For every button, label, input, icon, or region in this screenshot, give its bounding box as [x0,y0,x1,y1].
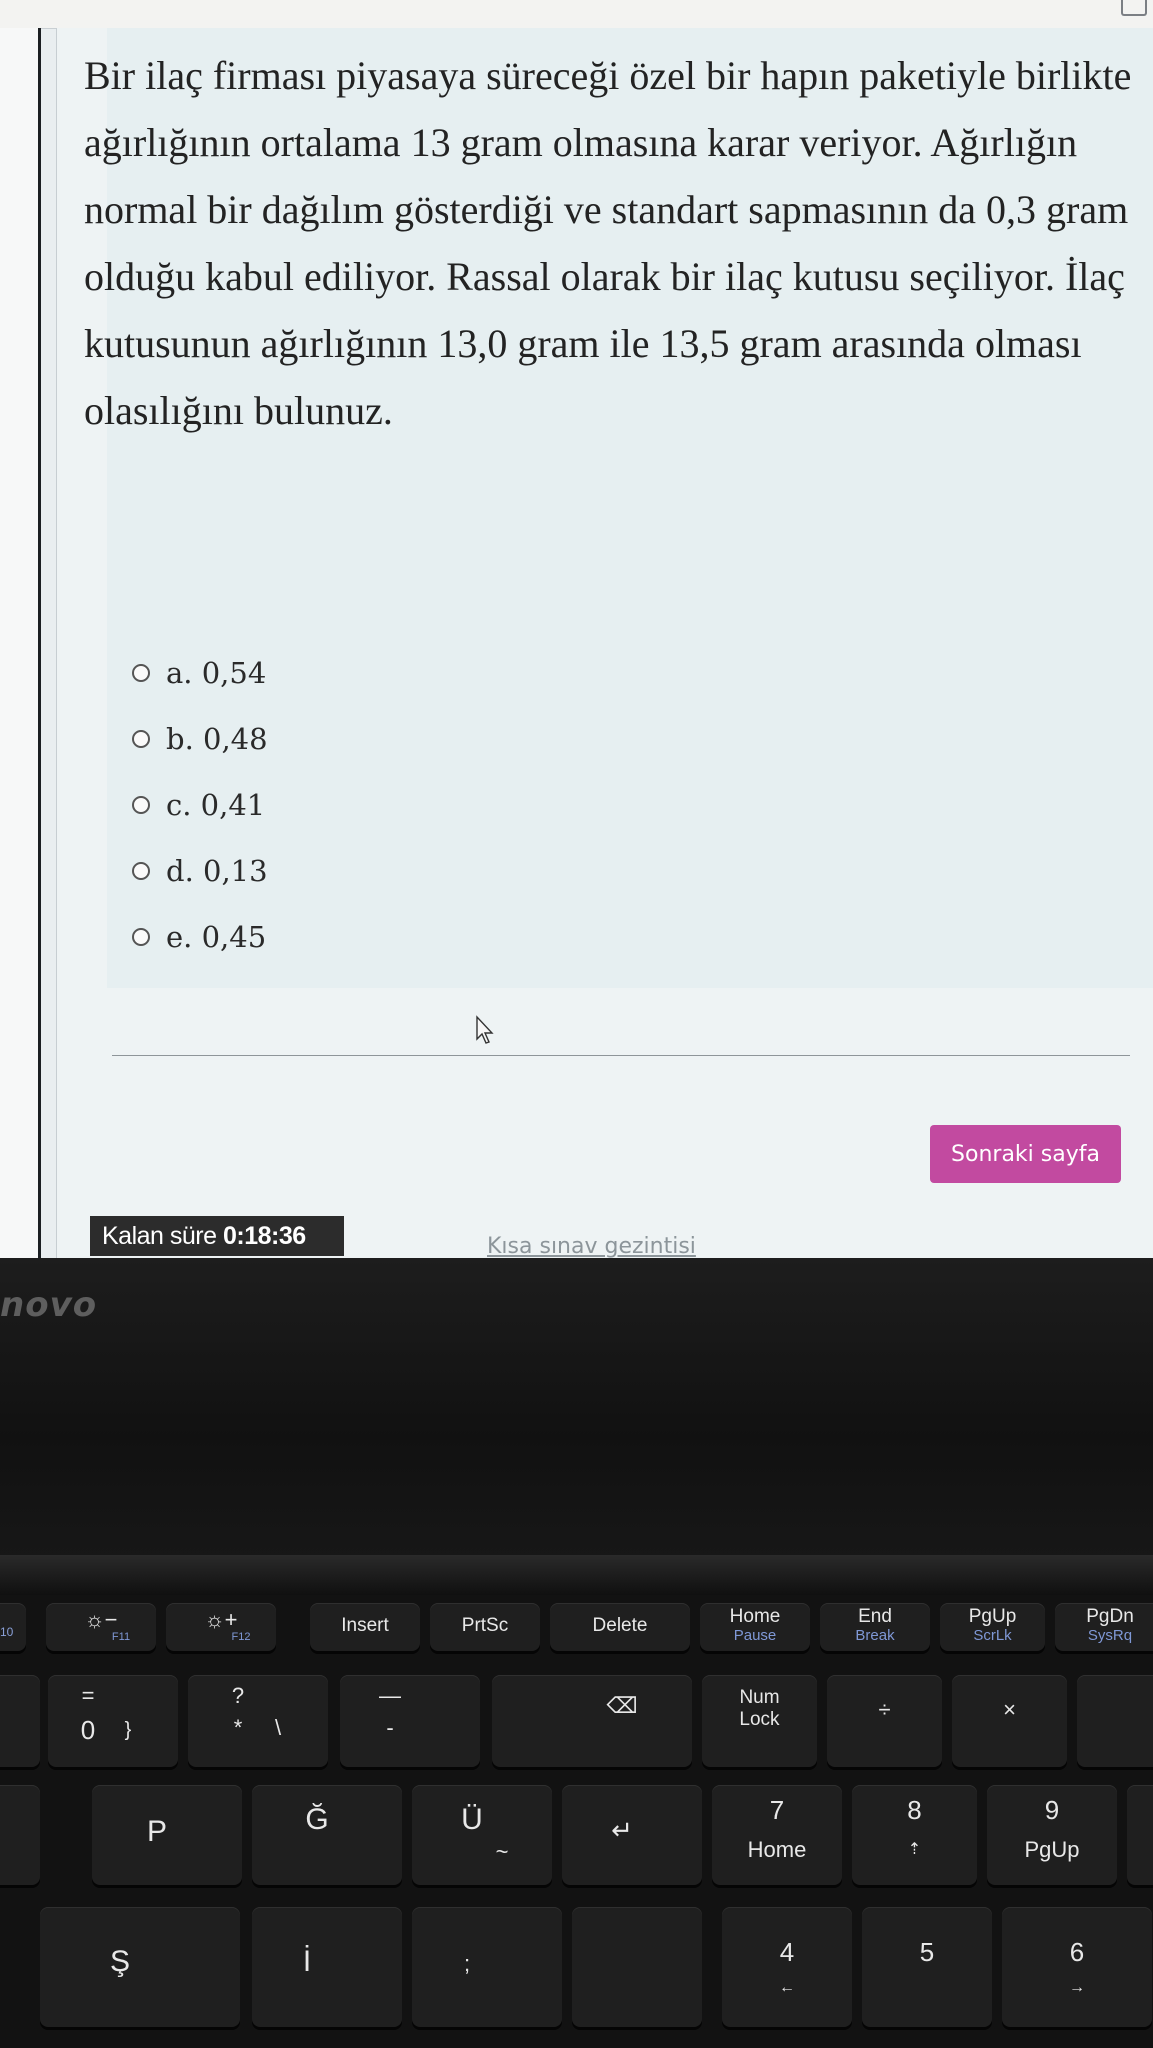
mouse-cursor-icon [476,1015,494,1044]
quiz-navigation-link[interactable]: Kısa sınav gezintisi [487,1234,696,1258]
browser-screen: Bir ilaç firması piyasaya süreceği özel … [0,0,1153,1258]
backspace-icon: ⌫ [606,1693,638,1718]
key-numlock[interactable]: Num Lock [702,1675,817,1767]
key-delete[interactable]: Delete [550,1603,690,1651]
left-sidebar-frame [0,28,38,1258]
laptop-bezel [0,1258,1153,1558]
section-divider [112,1055,1130,1056]
radio-button-b[interactable] [132,730,150,748]
answer-option-a[interactable]: a. 0,54 [132,640,268,706]
key-f12[interactable]: ☼+ F12 [166,1603,276,1651]
answer-label-c: c. 0,41 [166,788,266,822]
question-text: Bir ilaç firması piyasaya süreceği özel … [84,53,1132,433]
key-divide[interactable]: ÷ [827,1675,942,1767]
key-end[interactable]: End Break [820,1603,930,1651]
answer-label-a: a. 0,54 [166,656,267,690]
brightness-up-icon: ☼+ [204,1607,238,1632]
radio-button-d[interactable] [132,862,150,880]
key-pgdn[interactable]: PgDn SysRq [1055,1603,1153,1651]
next-page-button[interactable]: Sonraki sayfa [930,1125,1121,1183]
key-numpad-8[interactable]: 8 ⇡ [852,1785,977,1885]
answer-option-c[interactable]: c. 0,41 [132,772,268,838]
key-numpad-9[interactable]: 9 PgUp [987,1785,1117,1885]
key-u-umlaut[interactable]: Ü ~ [412,1785,552,1885]
key-insert[interactable]: Insert [310,1603,420,1651]
radio-button-a[interactable] [132,664,150,682]
left-border-line [38,28,41,1258]
radio-button-e[interactable] [132,928,150,946]
key-partial-o[interactable] [0,1785,40,1885]
key-partial-dot[interactable] [572,1907,702,2027]
answer-option-e[interactable]: e. 0,45 [132,904,268,970]
key-numpad-minus[interactable] [1077,1675,1153,1767]
browser-top-strip [0,0,1153,29]
answer-label-d: d. 0,13 [166,854,268,888]
key-semicolon[interactable]: ; [412,1907,562,2027]
key-multiply[interactable]: × [952,1675,1067,1767]
answer-label-b: b. 0,48 [166,722,268,756]
key-pgup[interactable]: PgUp ScrLk [940,1603,1045,1651]
laptop-hinge [0,1555,1153,1595]
key-f11[interactable]: ☼− F11 [46,1603,156,1651]
keyboard: F10 ☼− F11 ☼+ F12 Insert PrtSc Delete Ho… [0,1595,1153,2048]
key-backspace[interactable]: ⌫ [492,1675,692,1767]
brightness-down-icon: ☼− [84,1607,118,1632]
remaining-time-timer: Kalan süre 0:18:36 [90,1216,344,1256]
timer-value: 0:18:36 [222,1222,306,1250]
key-home[interactable]: Home Pause [700,1603,810,1651]
key-s-cedilla[interactable]: Ş [40,1907,240,2027]
key-numpad-plus[interactable] [1127,1785,1153,1885]
enter-icon: ↵ [611,1815,633,1845]
key-numpad-6[interactable]: 6 → [1002,1907,1152,2027]
key-minus[interactable]: — - [340,1675,480,1767]
key-enter[interactable]: ↵ [562,1785,702,1885]
radio-button-c[interactable] [132,796,150,814]
key-numpad-4[interactable]: 4 ← [722,1907,852,2027]
key-g-breve[interactable]: Ğ [252,1785,402,1885]
key-f10[interactable]: F10 [0,1603,26,1651]
key-numpad-7[interactable]: 7 Home [712,1785,842,1885]
answer-label-e: e. 0,45 [166,920,267,954]
key-prtsc[interactable]: PrtSc [430,1603,540,1651]
window-icon[interactable] [1121,0,1147,16]
answer-list: a. 0,54 b. 0,48 c. 0,41 d. 0,13 e. 0,45 [132,640,268,970]
timer-label: Kalan süre [102,1222,217,1250]
key-numpad-5[interactable]: 5 [862,1907,992,2027]
laptop-brand-logo: novo [0,1285,98,1325]
key-p[interactable]: P [92,1785,242,1885]
answer-option-b[interactable]: b. 0,48 [132,706,268,772]
answer-option-d[interactable]: d. 0,13 [132,838,268,904]
